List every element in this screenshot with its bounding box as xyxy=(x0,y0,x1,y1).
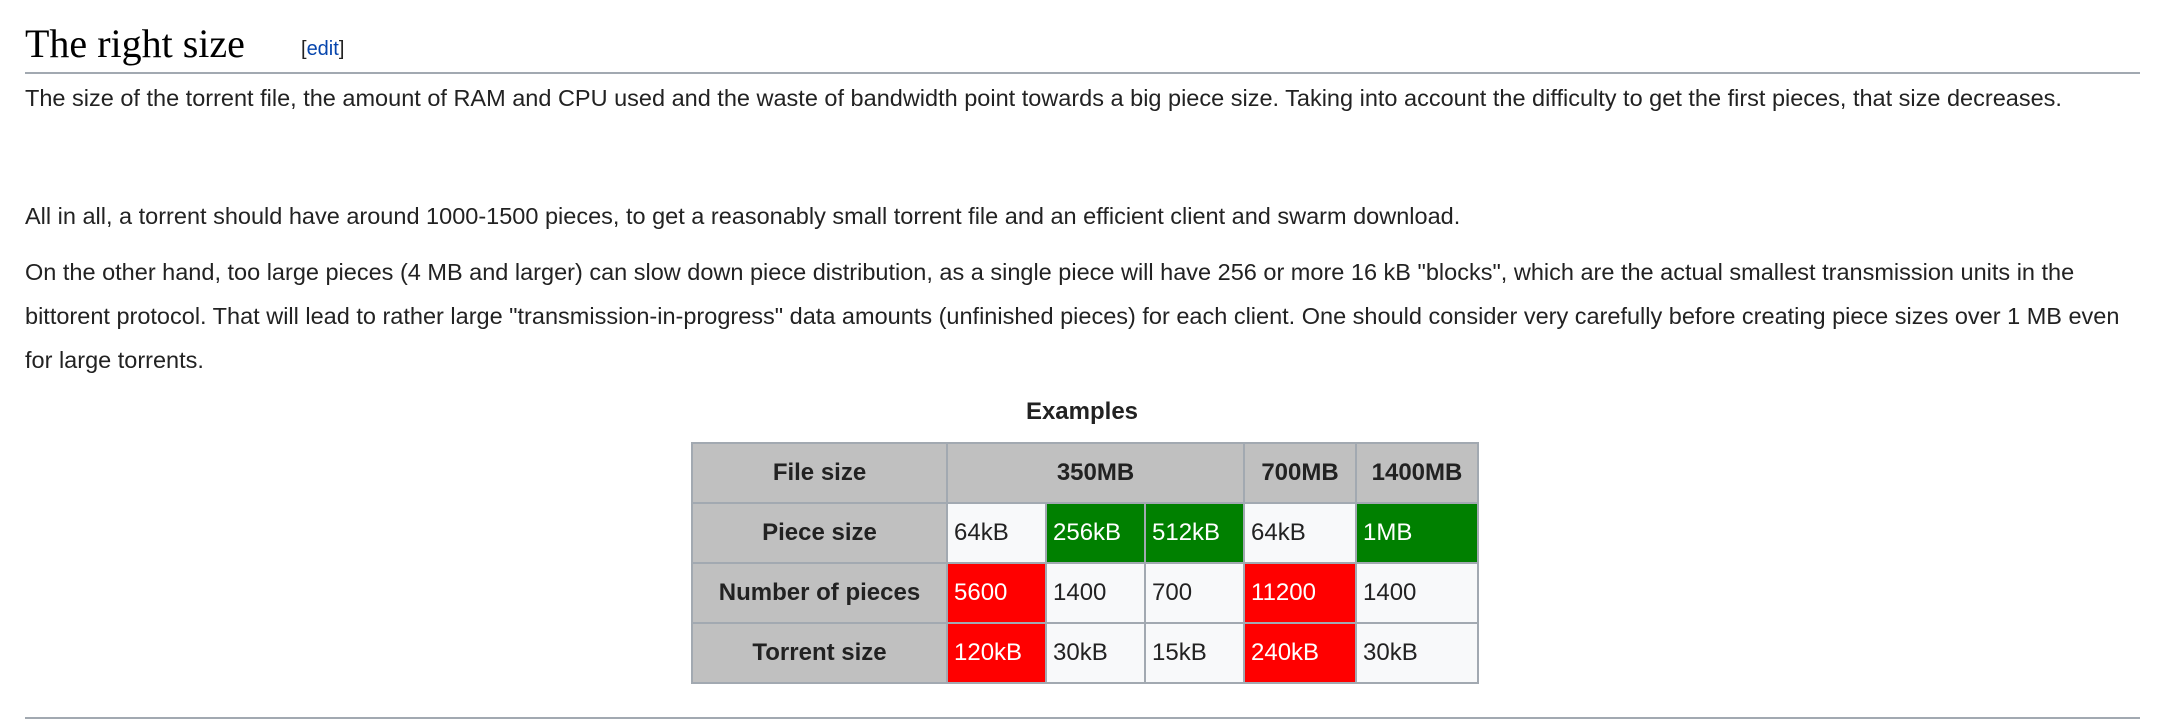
row-header: Piece size xyxy=(691,502,948,564)
table-cell: 512kB xyxy=(1144,502,1245,564)
table-cell: 30kB xyxy=(1045,622,1146,684)
row-header: File size xyxy=(691,442,948,504)
paragraph-2: All in all, a torrent should have around… xyxy=(25,203,1461,229)
table-row: Torrent size 120kB 30kB 15kB 240kB 30kB xyxy=(691,622,1479,684)
section-divider xyxy=(25,717,2140,719)
paragraph-3: On the other hand, too large pieces (4 M… xyxy=(25,259,2120,373)
table-cell: 5600 xyxy=(946,562,1047,624)
examples-table: File size 350MB 700MB 1400MB Piece size … xyxy=(691,442,1479,684)
table-cell: 64kB xyxy=(946,502,1047,564)
paragraph-1: The size of the torrent file, the amount… xyxy=(25,85,2062,111)
row-header: Torrent size xyxy=(691,622,948,684)
table-cell: 256kB xyxy=(1045,502,1146,564)
table-cell: 1400MB xyxy=(1355,442,1479,504)
table-cell: 120kB xyxy=(946,622,1047,684)
table-row: File size 350MB 700MB 1400MB xyxy=(691,442,1479,504)
table-cell: 1400 xyxy=(1355,562,1479,624)
table-row: Piece size 64kB 256kB 512kB 64kB 1MB xyxy=(691,502,1479,564)
table-cell: 1400 xyxy=(1045,562,1146,624)
bracket-close: ] xyxy=(338,38,345,60)
table-cell: 64kB xyxy=(1243,502,1357,564)
table-cell: 700MB xyxy=(1243,442,1357,504)
table-row: Number of pieces 5600 1400 700 11200 140… xyxy=(691,562,1479,624)
table-cell: 11200 xyxy=(1243,562,1357,624)
section-heading: The right size [edit] xyxy=(25,16,2140,74)
section-title: The right size xyxy=(25,21,245,66)
table-cell: 30kB xyxy=(1355,622,1479,684)
table-cell: 350MB xyxy=(946,442,1245,504)
row-header: Number of pieces xyxy=(691,562,948,624)
edit-link[interactable]: edit xyxy=(307,38,339,60)
table-caption: Examples xyxy=(1025,398,1139,425)
table-cell: 240kB xyxy=(1243,622,1357,684)
table-cell: 700 xyxy=(1144,562,1245,624)
table-cell: 1MB xyxy=(1355,502,1479,564)
table-cell: 15kB xyxy=(1144,622,1245,684)
edit-section: [edit] xyxy=(301,38,344,61)
